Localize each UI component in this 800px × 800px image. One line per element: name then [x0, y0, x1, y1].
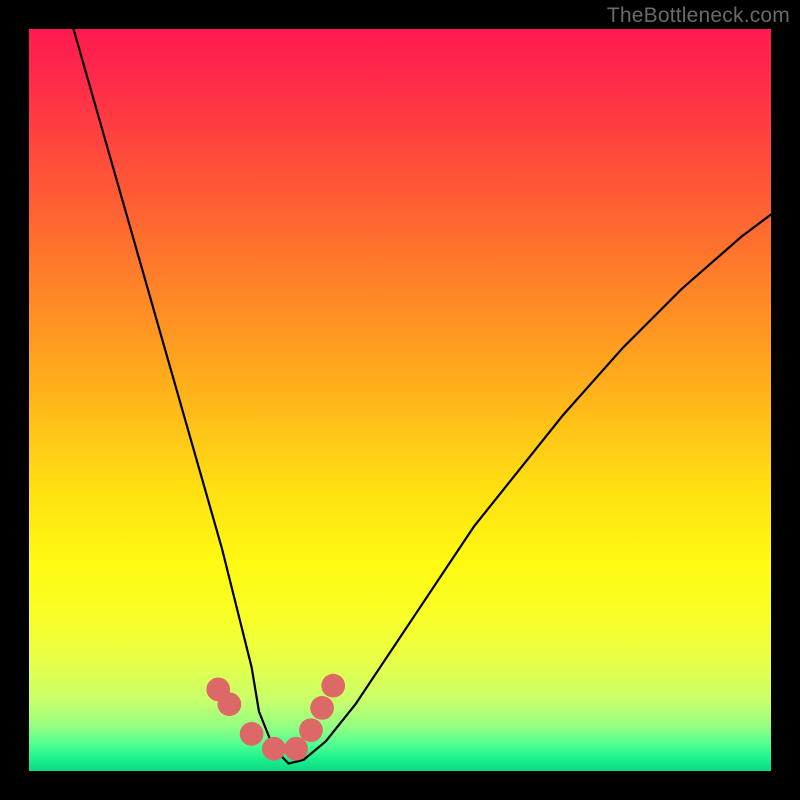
threshold-marker — [217, 692, 241, 716]
threshold-marker — [240, 722, 264, 746]
threshold-marker — [299, 718, 323, 742]
threshold-marker — [284, 737, 308, 761]
gradient-background — [29, 29, 771, 771]
plot-area — [29, 29, 771, 771]
threshold-marker — [310, 696, 334, 720]
watermark-label: TheBottleneck.com — [607, 4, 790, 28]
chart-frame: TheBottleneck.com — [0, 0, 800, 800]
threshold-marker — [321, 674, 345, 698]
threshold-marker — [262, 737, 286, 761]
plot-svg — [29, 29, 771, 771]
